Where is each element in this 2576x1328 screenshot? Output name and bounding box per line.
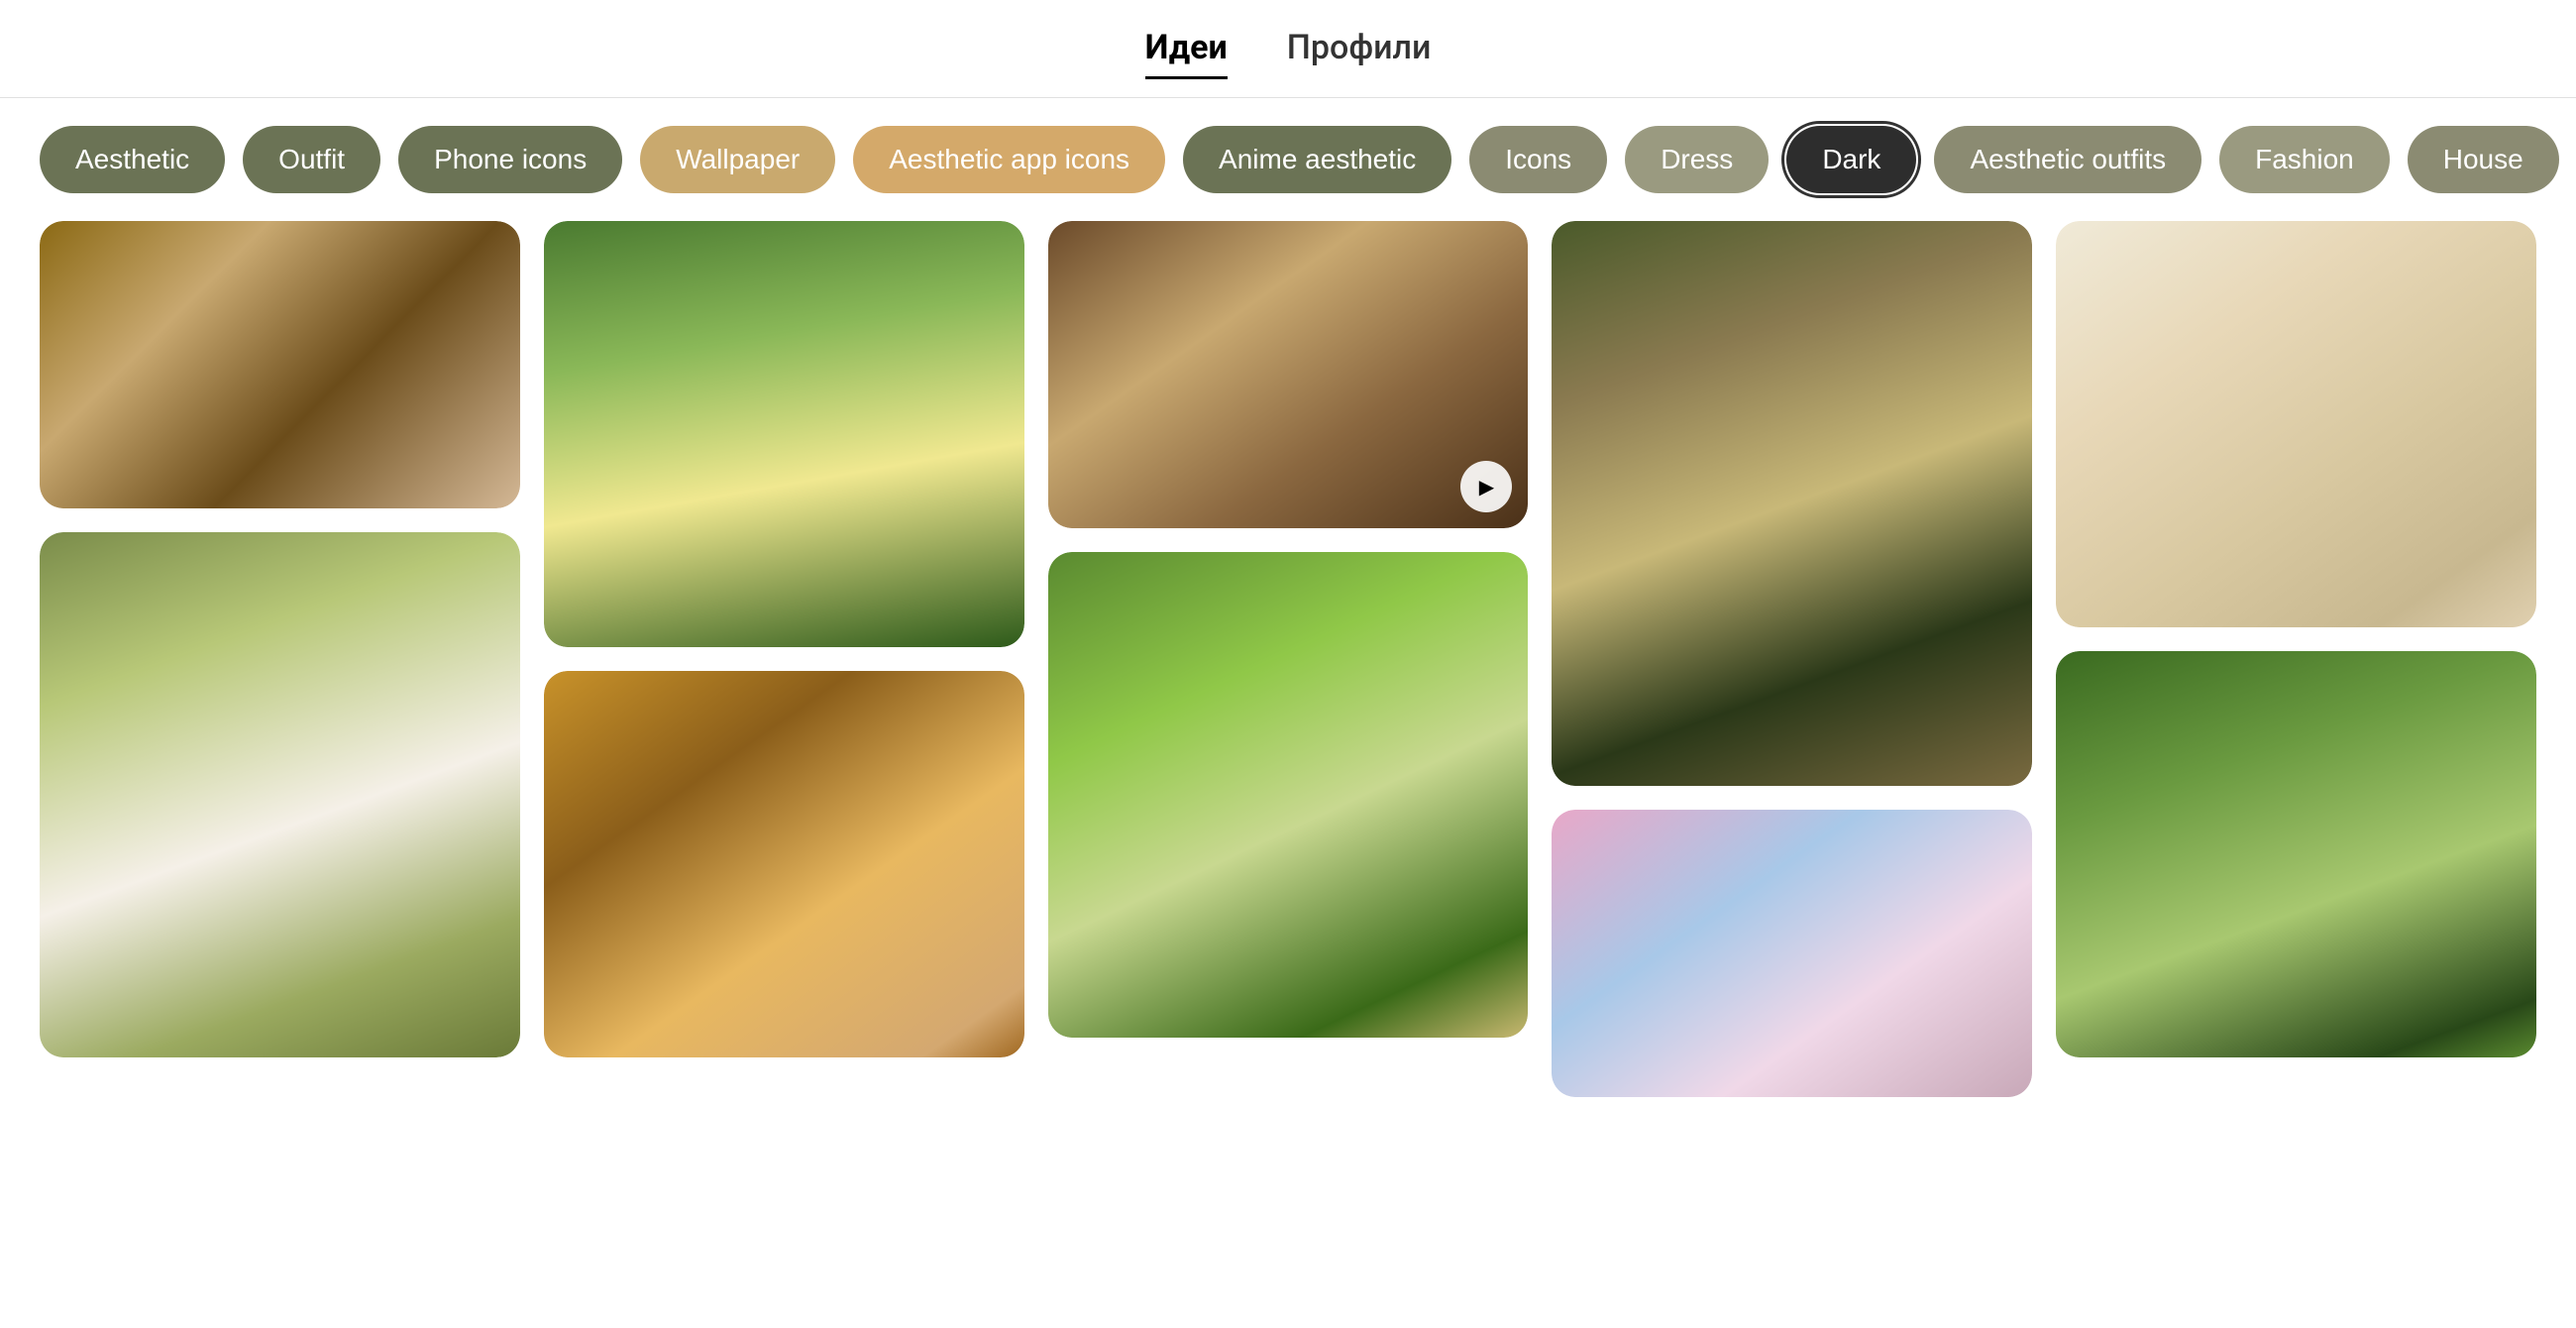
pin-item[interactable] [544,671,1024,1057]
pin-item[interactable] [544,221,1024,647]
pin-item[interactable] [1552,810,2032,1097]
chip-wallpaper[interactable]: Wallpaper [640,126,835,193]
chip-icons[interactable]: Icons [1469,126,1607,193]
pin-item[interactable]: ▶ [1048,221,1529,528]
tab-ideas[interactable]: Идеи [1145,28,1228,77]
chip-aesthetic[interactable]: Aesthetic [40,126,225,193]
chip-outfit[interactable]: Outfit [243,126,380,193]
chip-phone-icons[interactable]: Phone icons [398,126,622,193]
chip-dark[interactable]: Dark [1786,126,1916,193]
masonry-grid: ▶ [0,221,2576,1097]
header-tabs: Идеи Профили [0,0,2576,98]
tab-profiles[interactable]: Профили [1287,28,1432,77]
pin-item[interactable] [40,221,520,508]
chip-aesthetic-app-icons[interactable]: Aesthetic app icons [853,126,1165,193]
chip-fashion[interactable]: Fashion [2219,126,2390,193]
pin-item[interactable] [2056,221,2536,627]
chip-anime-aesthetic[interactable]: Anime aesthetic [1183,126,1451,193]
filter-bar: Aesthetic Outfit Phone icons Wallpaper Aesth… [0,98,2576,221]
chip-dress[interactable]: Dress [1625,126,1769,193]
chip-house[interactable]: House [2408,126,2559,193]
chip-aesthetic-outfits[interactable]: Aesthetic outfits [1934,126,2201,193]
play-icon[interactable]: ▶ [1460,461,1512,512]
pin-item[interactable] [1048,552,1529,1038]
pin-item[interactable] [1552,221,2032,786]
pin-item[interactable] [40,532,520,1057]
pin-item[interactable] [2056,651,2536,1057]
